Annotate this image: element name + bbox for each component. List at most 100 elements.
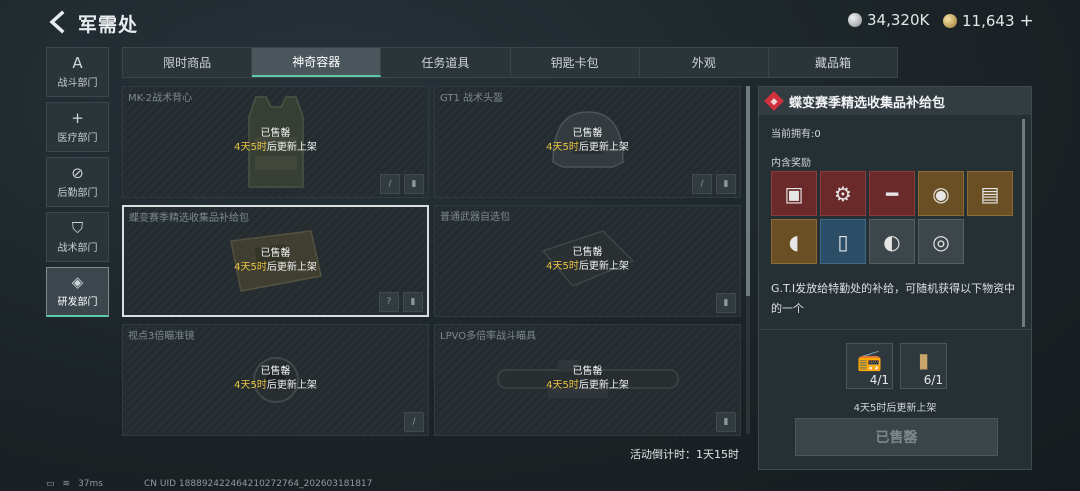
logistics-icon: ⊘ — [71, 163, 84, 182]
restock-time: 4天5时 — [546, 142, 579, 153]
restock-time: 4天5时 — [546, 380, 579, 391]
reward-item-disc-icon[interactable]: ◎ — [918, 219, 964, 264]
reward-item-rifle-icon[interactable]: ━ — [869, 171, 915, 216]
item-description: G.T.I发放给特勤处的补给，可随机获得以下物资中的一个 — [771, 282, 1016, 315]
sold-out-label: 已售罄 — [572, 128, 603, 139]
sold-out-notice: 已售罄 4天5时后更新上架 — [435, 127, 740, 155]
sidebar-item-logistics[interactable]: ⊘ 后勤部门 — [46, 157, 109, 207]
box-icon: ▮ — [716, 293, 736, 313]
battery-icon: ▭ — [46, 479, 55, 489]
tab-mission-items[interactable]: 任务道具 — [381, 48, 511, 77]
buy-button-disabled[interactable]: 已售罄 — [795, 418, 998, 456]
sold-out-notice: 已售罄 4天5时后更新上架 — [435, 365, 740, 393]
gold-currency[interactable]: 11,643 + — [943, 11, 1034, 31]
reward-item-vial-icon[interactable]: ▯ — [820, 219, 866, 264]
tag-icon: / — [692, 174, 712, 194]
reward-item-tag-icon[interactable]: ◖ — [771, 219, 817, 264]
divider — [759, 329, 1031, 330]
restock-time: 4天5时 — [546, 261, 579, 272]
restock-time: 4天5时 — [234, 380, 267, 391]
document-icon: ▮ — [917, 348, 930, 372]
restock-suffix: 后更新上架 — [578, 142, 629, 153]
mini-icons: ▮ — [716, 293, 736, 313]
cost-row: 📻 4/1 ▮ 6/1 — [846, 343, 947, 389]
item-card[interactable]: 普通武器自选包 已售罄 4天5时后更新上架 ▮ — [434, 205, 741, 317]
restock-timer: 4天5时后更新上架 — [435, 141, 740, 155]
silver-currency: 34,320K — [848, 11, 929, 29]
ping-value: 37ms — [78, 479, 103, 489]
item-card-selected[interactable]: 蝶变赛季精选收集品补给包 已售罄 4天5时后更新上架 ? ▮ — [122, 205, 429, 317]
sidebar-item-combat[interactable]: A 战斗部门 — [46, 47, 109, 97]
item-card[interactable]: LPVO多倍率战斗瞄具 已售罄 4天5时后更新上架 ▮ — [434, 324, 741, 436]
add-gold-button[interactable]: + — [1020, 11, 1034, 31]
gold-amount: 11,643 — [962, 12, 1015, 30]
item-card[interactable]: MK-2战术背心 已售罄 4天5时后更新上架 / ▮ — [122, 86, 429, 198]
sold-out-label: 已售罄 — [260, 366, 291, 377]
restock-timer: 4天5时后更新上架 — [124, 261, 427, 275]
shop-tabs: 限时商品 神奇容器 任务道具 钥匙卡包 外观 藏品箱 — [122, 47, 898, 78]
panel-title: 蝶变赛季精选收集品补给包 — [789, 95, 946, 111]
tab-limited[interactable]: 限时商品 — [123, 48, 253, 77]
sidebar-item-research[interactable]: ◈ 研发部门 — [46, 267, 109, 317]
sidebar-item-label: 后勤部门 — [57, 187, 98, 199]
restock-timer: 4天5时后更新上架 — [123, 141, 428, 155]
panel-scrollbar[interactable] — [1022, 119, 1025, 327]
item-detail-panel: 蝶变赛季精选收集品补给包 当前拥有:0 内含奖励 ▣ ⚙ ━ ◉ ▤ ◖ ▯ ◐… — [758, 86, 1032, 470]
sidebar-item-medical[interactable]: + 医疗部门 — [46, 102, 109, 152]
back-arrow-icon[interactable] — [46, 10, 68, 34]
tab-appearance[interactable]: 外观 — [640, 48, 769, 77]
sold-out-notice: 已售罄 4天5时后更新上架 — [124, 247, 427, 275]
combat-icon: A — [72, 53, 83, 72]
research-icon: ◈ — [71, 273, 84, 291]
tab-collection-boxes[interactable]: 藏品箱 — [769, 48, 897, 77]
tab-keycards[interactable]: 钥匙卡包 — [511, 48, 640, 77]
cost-count: 6/1 — [923, 373, 943, 387]
restock-timer: 4天5时后更新上架 — [123, 379, 428, 393]
reward-list: ▣ ⚙ ━ ◉ ▤ ◖ ▯ ◐ ◎ — [771, 171, 1015, 264]
item-name: LPVO多倍率战斗瞄具 — [440, 331, 537, 342]
silver-coin-icon — [848, 13, 862, 27]
radio-icon: 📻 — [857, 348, 882, 372]
silver-amount: 34,320K — [867, 11, 930, 29]
sold-out-label: 已售罄 — [260, 128, 291, 139]
restock-note: 4天5时后更新上架 — [853, 403, 937, 414]
restock-timer: 4天5时后更新上架 — [435, 260, 740, 274]
mini-icons: / ▮ — [380, 174, 424, 194]
reward-item-card-icon[interactable]: ▤ — [967, 171, 1013, 216]
top-bar: 军需处 34,320K 11,643 + — [0, 0, 1080, 44]
tab-containers[interactable]: 神奇容器 — [252, 48, 382, 77]
item-name: 普通武器自选包 — [440, 212, 510, 223]
gold-coin-icon — [943, 14, 957, 28]
restock-timer: 4天5时后更新上架 — [435, 379, 740, 393]
sidebar-item-tactical[interactable]: ⛉ 战术部门 — [46, 212, 109, 262]
reward-item-watch-icon[interactable]: ◉ — [918, 171, 964, 216]
sold-out-notice: 已售罄 4天5时后更新上架 — [435, 246, 740, 274]
department-sidebar: A 战斗部门 + 医疗部门 ⊘ 后勤部门 ⛉ 战术部门 ◈ 研发部门 — [46, 47, 110, 322]
shield-icon: ⛉ — [71, 218, 84, 237]
sidebar-item-label: 研发部门 — [57, 297, 98, 308]
page-title: 军需处 — [78, 14, 139, 36]
mini-icons: ▮ — [716, 412, 736, 432]
item-name: GT1 战术头盔 — [440, 93, 504, 104]
sold-out-label: 已售罄 — [260, 248, 291, 259]
reward-item-device-icon[interactable]: ◐ — [869, 219, 915, 264]
cost-item-2[interactable]: ▮ 6/1 — [900, 343, 947, 389]
sold-out-notice: 已售罄 4天5时后更新上架 — [123, 127, 428, 155]
question-icon: ? — [379, 292, 399, 312]
item-card[interactable]: 视点3倍瞄准镜 已售罄 4天5时后更新上架 / — [122, 324, 429, 436]
item-card[interactable]: GT1 战术头盔 已售罄 4天5时后更新上架 / ▮ — [434, 86, 741, 198]
owned-count: 当前拥有:0 — [771, 129, 821, 140]
box-icon: ▮ — [404, 174, 424, 194]
mini-icons: ? ▮ — [379, 292, 423, 312]
item-name: MK-2战术背心 — [128, 93, 193, 104]
sold-out-label: 已售罄 — [572, 366, 603, 377]
grid-scrollbar-thumb[interactable] — [746, 86, 750, 296]
sidebar-item-label: 医疗部门 — [57, 132, 98, 144]
sold-out-notice: 已售罄 4天5时后更新上架 — [123, 365, 428, 393]
medical-cross-icon: + — [71, 108, 84, 127]
user-uid: CN UID 18889242246421027276​4_2026031818… — [144, 479, 373, 489]
reward-item-tripod-icon[interactable]: ⚙ — [820, 171, 866, 216]
reward-item-backpack-icon[interactable]: ▣ — [771, 171, 817, 216]
cost-item-1[interactable]: 📻 4/1 — [846, 343, 893, 389]
restock-suffix: 后更新上架 — [578, 380, 629, 391]
